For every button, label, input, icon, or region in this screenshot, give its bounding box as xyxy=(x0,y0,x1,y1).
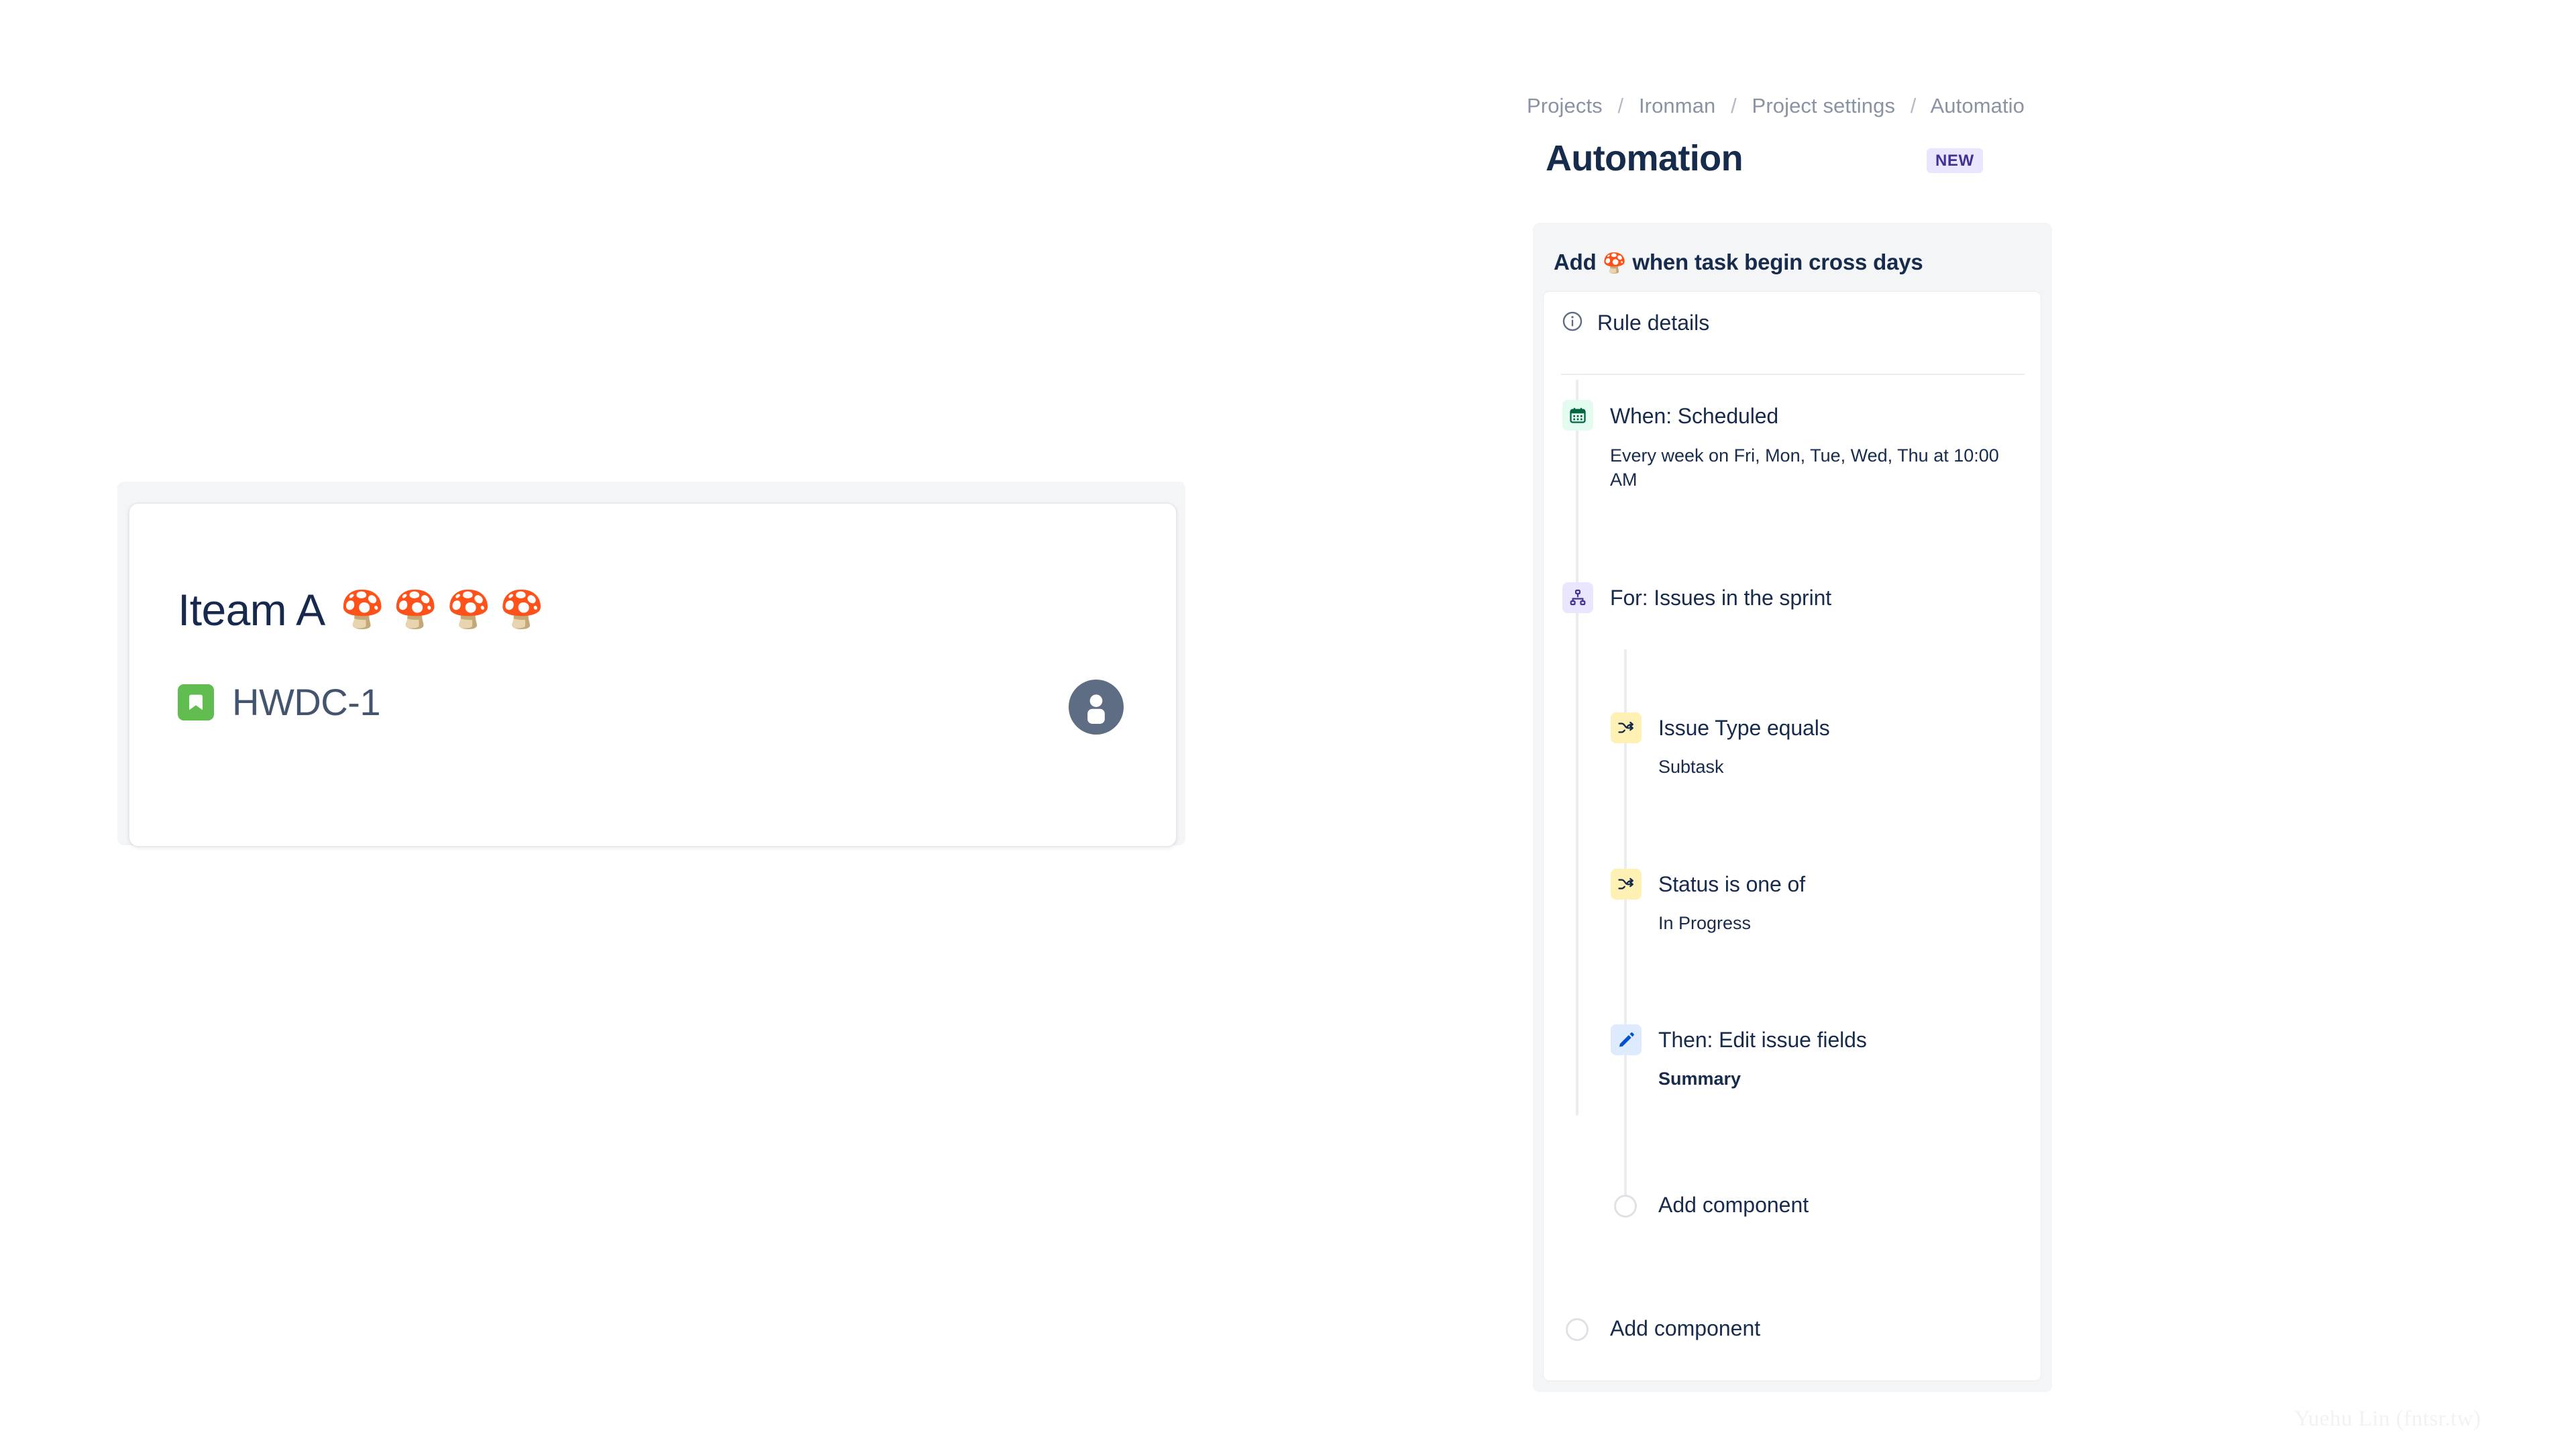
issue-summary-text: Iteam A xyxy=(178,585,325,635)
condition-2-title: Status is one of xyxy=(1658,872,1805,896)
info-icon xyxy=(1561,310,1584,336)
action-title: Then: Edit issue fields xyxy=(1658,1028,1867,1052)
add-circle-icon xyxy=(1566,1318,1589,1341)
issue-card[interactable]: Iteam A 🍄🍄🍄🍄 HWDC-1 xyxy=(129,503,1177,847)
story-bookmark-icon xyxy=(178,684,214,720)
screen-root: Iteam A 🍄🍄🍄🍄 HWDC-1 Projects / Ironman /… xyxy=(0,0,2576,1449)
rule-name-prefix: Add xyxy=(1554,250,1603,274)
breadcrumb-item-automation[interactable]: Automatio xyxy=(1931,94,2025,117)
breadcrumb-item-ironman[interactable]: Ironman xyxy=(1639,94,1715,117)
rule-name-suffix: when task begin cross days xyxy=(1626,250,1923,274)
scope-title: For: Issues in the sprint xyxy=(1610,586,1832,610)
condition-1-title: Issue Type equals xyxy=(1658,716,1830,740)
add-component-nested-label[interactable]: Add component xyxy=(1658,1193,1809,1218)
condition-2-subtitle: In Progress xyxy=(1658,913,1752,933)
mushroom-emoji-run: 🍄🍄🍄🍄 xyxy=(339,590,553,630)
page-title: Automation xyxy=(1546,138,1743,178)
mushroom-icon: 🍄 xyxy=(1602,253,1627,274)
new-badge: NEW xyxy=(1927,148,1983,173)
breadcrumb: Projects / Ironman / Project settings / … xyxy=(1527,94,2025,118)
issue-key-row[interactable]: HWDC-1 xyxy=(178,684,380,721)
condition-1-subtitle: Subtask xyxy=(1658,757,1724,777)
breadcrumb-item-projects[interactable]: Projects xyxy=(1527,94,1603,117)
breadcrumb-separator: / xyxy=(1731,94,1737,117)
breadcrumb-separator: / xyxy=(1617,94,1624,117)
breadcrumb-separator: / xyxy=(1910,94,1917,117)
rule-details-divider xyxy=(1561,374,2025,375)
issue-summary: Iteam A 🍄🍄🍄🍄 xyxy=(178,584,553,635)
branch-icon xyxy=(1562,582,1593,613)
add-component-root-label[interactable]: Add component xyxy=(1610,1316,1760,1341)
trigger-subtitle: Every week on Fri, Mon, Tue, Wed, Thu at… xyxy=(1610,445,1999,490)
shuffle-icon xyxy=(1611,869,1642,900)
rule-details-row[interactable]: Rule details xyxy=(1561,310,1709,336)
calendar-icon xyxy=(1562,400,1593,431)
trigger-title: When: Scheduled xyxy=(1610,404,1779,428)
shuffle-icon xyxy=(1611,712,1642,743)
assignee-avatar[interactable] xyxy=(1069,680,1124,735)
breadcrumb-item-project-settings[interactable]: Project settings xyxy=(1752,94,1896,117)
rule-name-heading: Add 🍄 when task begin cross days xyxy=(1554,250,1923,275)
pencil-icon xyxy=(1611,1024,1642,1055)
watermark: Yuehu Lin (fntsr.tw) xyxy=(2294,1407,2481,1431)
add-circle-icon xyxy=(1614,1195,1637,1218)
rule-details-label: Rule details xyxy=(1597,311,1710,335)
tree-connector-main xyxy=(1576,380,1578,1116)
action-subtitle: Summary xyxy=(1658,1069,1741,1089)
issue-key-label[interactable]: HWDC-1 xyxy=(232,684,380,721)
